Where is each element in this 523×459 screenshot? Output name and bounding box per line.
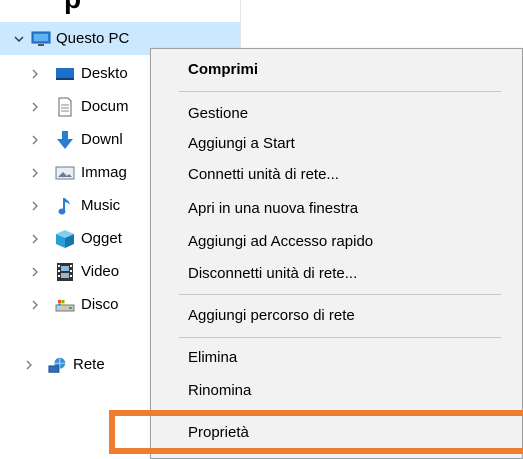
desktop-icon xyxy=(55,64,75,84)
partial-heading: p xyxy=(0,0,304,18)
nav-item-label: Downl xyxy=(81,131,123,148)
highlight-annotation xyxy=(109,410,523,454)
menu-item-aggiungi-a-start[interactable]: Aggiungi a Start xyxy=(188,129,295,159)
chevron-right-icon[interactable] xyxy=(27,198,43,214)
documents-icon xyxy=(55,97,75,117)
downloads-icon xyxy=(55,130,75,150)
nav-item-label: Docum xyxy=(81,98,129,115)
network-icon xyxy=(48,355,68,375)
chevron-right-icon[interactable] xyxy=(27,66,43,82)
videos-icon xyxy=(55,262,75,282)
context-menu: Comprimi Gestione Aggiungi a Start Conne… xyxy=(150,48,523,459)
nav-item-label: Video xyxy=(81,263,120,280)
computer-icon xyxy=(31,29,51,49)
chevron-down-icon[interactable] xyxy=(11,31,27,47)
chevron-right-icon[interactable] xyxy=(27,231,43,247)
chevron-right-icon[interactable] xyxy=(21,357,37,373)
menu-separator xyxy=(179,337,501,338)
menu-separator xyxy=(179,91,501,92)
nav-item-label: Music xyxy=(81,197,121,214)
chevron-right-icon[interactable] xyxy=(27,264,43,280)
chevron-right-icon[interactable] xyxy=(27,297,43,313)
menu-item-connetti-unita-rete[interactable]: Connetti unità di rete... xyxy=(188,160,339,190)
menu-item-aggiungi-accesso-rapido[interactable]: Aggiungi ad Accesso rapido xyxy=(188,227,373,257)
local-disk-icon xyxy=(55,295,75,315)
chevron-right-icon[interactable] xyxy=(27,99,43,115)
nav-item-label: Questo PC xyxy=(56,30,130,47)
menu-item-aggiungi-percorso-rete[interactable]: Aggiungi percorso di rete xyxy=(188,301,355,331)
menu-item-gestione[interactable]: Gestione xyxy=(188,99,248,129)
chevron-right-icon[interactable] xyxy=(27,132,43,148)
music-icon xyxy=(55,196,75,216)
menu-item-comprimi[interactable]: Comprimi xyxy=(188,55,258,85)
menu-item-apri-nuova-finestra[interactable]: Apri in una nuova finestra xyxy=(188,194,358,224)
nav-item-label: Rete xyxy=(73,356,105,373)
nav-item-label: Immag xyxy=(81,164,127,181)
menu-separator xyxy=(179,294,501,295)
chevron-right-icon[interactable] xyxy=(27,165,43,181)
menu-item-rinomina[interactable]: Rinomina xyxy=(188,376,251,406)
menu-item-elimina[interactable]: Elimina xyxy=(188,343,237,373)
pictures-icon xyxy=(55,163,75,183)
menu-item-disconnetti-unita-rete[interactable]: Disconnetti unità di rete... xyxy=(188,259,357,289)
nav-item-label: Disco xyxy=(81,296,119,313)
nav-item-label: Deskto xyxy=(81,65,128,82)
3d-objects-icon xyxy=(55,229,75,249)
nav-item-label: Ogget xyxy=(81,230,122,247)
